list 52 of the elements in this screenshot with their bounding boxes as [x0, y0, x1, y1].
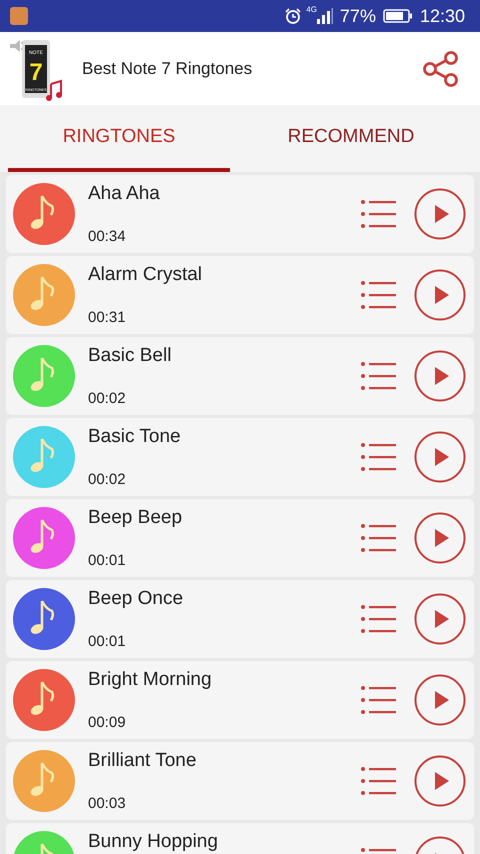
ringtone-card[interactable]: Aha Aha 00:34 [6, 175, 474, 253]
list-icon[interactable] [360, 603, 396, 635]
alarm-icon [284, 7, 302, 25]
clock: 12:30 [420, 6, 465, 26]
play-button[interactable] [414, 269, 466, 321]
ringtone-card[interactable]: Beep Once 00:01 [6, 580, 474, 658]
signal-icon [316, 8, 333, 24]
play-button[interactable] [414, 431, 466, 483]
play-button[interactable] [414, 755, 466, 807]
list-icon[interactable] [360, 441, 396, 473]
ringtone-card[interactable]: Basic Tone 00:02 [6, 418, 474, 496]
ringtone-duration: 00:03 [88, 795, 127, 812]
notification-icon [10, 7, 28, 25]
ringtone-card[interactable]: Brilliant Tone 00:03 [6, 742, 474, 820]
list-icon[interactable] [360, 765, 396, 797]
ringtone-name: Basic Bell [88, 345, 172, 367]
ringtone-duration: 00:01 [88, 633, 127, 650]
ringtone-name: Aha Aha [88, 183, 161, 205]
ringtone-duration: 00:34 [88, 228, 127, 245]
ringtone-duration: 00:31 [88, 309, 127, 326]
list-icon[interactable] [360, 360, 396, 392]
battery-icon [382, 8, 413, 24]
ringtone-name: Beep Once [88, 588, 184, 610]
ringtone-name: Bunny Hopping [88, 831, 219, 853]
ringtone-card[interactable]: Alarm Crystal 00:31 [6, 256, 474, 334]
tab[interactable]: RECOMMEND [240, 105, 462, 172]
network-label: 4G [306, 5, 317, 14]
ringtone-card[interactable]: Beep Beep 00:01 [6, 499, 474, 577]
battery-percent: 77% [340, 6, 376, 26]
ringtone-name: Brilliant Tone [88, 750, 198, 772]
ringtone-duration: 00:09 [88, 714, 127, 731]
list-icon[interactable] [360, 522, 396, 554]
ringtone-card[interactable]: Bright Morning 00:09 [6, 661, 474, 739]
ringtone-name: Beep Beep [88, 507, 184, 529]
list-icon[interactable] [360, 684, 396, 716]
play-button[interactable] [414, 188, 466, 240]
ringtone-duration: 00:02 [88, 471, 127, 488]
list-icon[interactable] [360, 279, 396, 311]
ringtone-duration: 00:02 [88, 390, 127, 407]
ringtone-name: Basic Tone [88, 426, 182, 448]
ringtone-name: Alarm Crystal [88, 264, 204, 286]
play-button[interactable] [414, 512, 466, 564]
list-icon[interactable] [360, 198, 396, 230]
play-button[interactable] [414, 593, 466, 645]
share-button[interactable] [422, 50, 460, 88]
ringtone-card[interactable]: Bunny Hopping [6, 823, 474, 854]
ringtone-name: Bright Morning [88, 669, 213, 691]
play-button[interactable] [414, 350, 466, 402]
play-button[interactable] [414, 674, 466, 726]
ringtone-card[interactable]: Basic Bell 00:02 [6, 337, 474, 415]
ringtone-duration: 00:01 [88, 552, 127, 569]
app-title: Best Note 7 Ringtones [82, 58, 254, 78]
